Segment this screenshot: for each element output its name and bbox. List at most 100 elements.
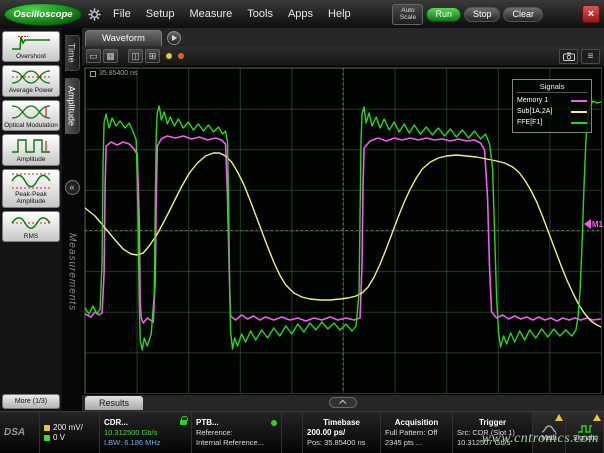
app-logo-text: Oscilloscope	[13, 9, 72, 20]
measurement-label: RMS	[24, 233, 38, 240]
channel-scale-chip	[44, 425, 50, 431]
clear-button[interactable]: Clear	[503, 7, 543, 22]
timebase-title: Timebase	[307, 418, 376, 427]
channel-panel[interactable]: 200 mV/ 0 V	[40, 412, 100, 453]
legend-row-sub: Sub[1A,2A]	[517, 106, 587, 117]
warning-icon	[593, 414, 601, 421]
warning-icon	[555, 414, 563, 421]
marker-m1-arrow-icon	[584, 219, 591, 229]
menu-help[interactable]: Help	[328, 8, 351, 20]
timebase-position-icon	[90, 71, 96, 77]
gear-icon[interactable]	[88, 8, 101, 21]
oscilloscope-app: Oscilloscope File Setup Measure Tools Ap…	[0, 0, 604, 453]
ptb-panel[interactable]: PTB... Reference: Internal Reference...	[192, 412, 282, 453]
tab-waveform[interactable]: Waveform	[85, 30, 162, 46]
camera-icon	[563, 52, 575, 61]
measurement-rms-button[interactable]: RMS	[2, 211, 60, 242]
signals-button[interactable]: Signals	[566, 412, 604, 453]
position-readout: 35.85400 ns	[90, 70, 138, 77]
run-button[interactable]: Run	[426, 7, 461, 22]
overshoot-icon	[9, 34, 53, 52]
measurement-amplitude-button[interactable]: Amplitude	[2, 134, 60, 165]
measurement-average-power-button[interactable]: Average Power	[2, 65, 60, 96]
layout-quad-button[interactable]: ⊞	[145, 49, 160, 63]
collapse-panel-button[interactable]: «	[65, 180, 80, 195]
tab-amplitude[interactable]: Amplitude	[65, 78, 80, 134]
position-readout-text: 35.85400 ns	[99, 70, 138, 77]
peak-peak-amplitude-icon	[9, 172, 53, 190]
math-button[interactable]: Math	[533, 412, 566, 453]
average-power-icon	[9, 68, 53, 86]
acquisition-title: Acquisition	[385, 418, 448, 427]
status-dot-orange	[178, 53, 184, 59]
optical-modulation-icon	[9, 103, 53, 121]
ptb-title: PTB...	[196, 418, 219, 427]
marker-m1-label: M1	[592, 220, 603, 229]
play-button[interactable]	[167, 31, 181, 45]
app-logo: Oscilloscope	[4, 3, 82, 26]
cdr-title: CDR...	[104, 418, 128, 427]
collapse-results-button[interactable]	[329, 397, 357, 408]
measurement-overshoot-button[interactable]: Overshoot	[2, 31, 60, 62]
channel-scale-row: 200 mV/	[44, 423, 95, 432]
marker-m1[interactable]: M1	[584, 219, 603, 229]
chevron-up-icon	[339, 400, 346, 407]
acquisition-panel[interactable]: Acquisition Full Pattern: Off 2345 pts .…	[381, 412, 453, 453]
legend-label: Sub[1A,2A]	[517, 106, 552, 117]
run-controls: Auto Scale Run Stop Clear ×	[392, 4, 600, 25]
cdr-loop-bandwidth: LBW: 6.186 MHz	[104, 438, 187, 447]
measurement-label: Optical Modulation	[4, 122, 58, 129]
measurement-label: Amplitude	[17, 156, 46, 163]
menu-apps[interactable]: Apps	[288, 8, 313, 20]
menu-setup[interactable]: Setup	[146, 8, 175, 20]
cdr-panel[interactable]: CDR... 10.312500 Gb/s LBW: 6.186 MHz	[100, 412, 192, 453]
acquisition-points: 2345 pts ...	[385, 438, 448, 447]
results-bar: Results	[82, 395, 604, 411]
tab-time[interactable]: Time	[65, 35, 80, 71]
layout-single-button[interactable]: ▭	[86, 49, 101, 63]
waveform-graticule: 35.85400 ns Signals Memory 1 Sub[1A,2A] …	[84, 67, 602, 394]
legend-swatch-memory1	[571, 100, 587, 102]
workspace: Waveform ▭ ▦ ◫ ⊞ ≡	[82, 28, 604, 411]
timebase-panel[interactable]: Timebase 200.00 ps/ Pos: 35.85400 ns	[303, 412, 381, 453]
ptb-status-icon	[271, 420, 277, 426]
more-measurements-button[interactable]: More (1/3)	[2, 394, 60, 409]
toolbar-right: ≡	[559, 49, 600, 64]
menu-tools[interactable]: Tools	[247, 8, 273, 20]
menu-bar: Oscilloscope File Setup Measure Tools Ap…	[0, 0, 604, 28]
menu-file[interactable]: File	[113, 8, 131, 20]
display-menu-button[interactable]: ≡	[581, 49, 600, 64]
status-bar-spacer	[282, 412, 303, 453]
timebase-position: Pos: 35.85400 ns	[307, 438, 376, 447]
workspace-tab-bar: Waveform	[82, 28, 604, 46]
math-label: Math	[541, 435, 557, 442]
lock-icon	[180, 420, 187, 425]
measurement-peak-peak-amplitude-button[interactable]: Peak-Peak Amplitude	[2, 169, 60, 208]
legend-row-memory1: Memory 1	[517, 95, 587, 106]
ptb-reference-label: Reference:	[196, 428, 277, 437]
channel-offset-row: 0 V	[44, 433, 95, 442]
display-toolbar: ▭ ▦ ◫ ⊞ ≡	[82, 46, 604, 66]
rms-icon	[9, 214, 53, 232]
signals-label: Signals	[573, 435, 596, 442]
amplitude-icon	[9, 137, 53, 155]
channel-offset-chip	[44, 435, 50, 441]
layout-split-button[interactable]: ◫	[128, 49, 143, 63]
measurement-label: Average Power	[9, 87, 53, 94]
menu-measure[interactable]: Measure	[189, 8, 232, 20]
layout-grid-button[interactable]: ▦	[103, 49, 118, 63]
status-dot-yellow	[166, 53, 172, 59]
signals-legend: Signals Memory 1 Sub[1A,2A] FFE[F1]	[512, 79, 592, 133]
close-button[interactable]: ×	[582, 5, 600, 23]
auto-scale-button[interactable]: Auto Scale	[392, 4, 423, 25]
camera-button[interactable]	[559, 49, 578, 64]
stop-button[interactable]: Stop	[464, 7, 501, 22]
dsa-logo: DSA	[4, 427, 25, 438]
legend-swatch-ffe	[571, 122, 587, 124]
trigger-panel[interactable]: Trigger Src: CDR (Slot 1) 10.312507 Gb/s	[453, 412, 533, 453]
tab-results[interactable]: Results	[85, 396, 143, 410]
measurement-optical-modulation-button[interactable]: Optical Modulation	[2, 100, 60, 131]
channel-offset-value: 0 V	[53, 433, 65, 442]
signals-icon	[577, 424, 593, 434]
math-icon	[541, 424, 557, 434]
